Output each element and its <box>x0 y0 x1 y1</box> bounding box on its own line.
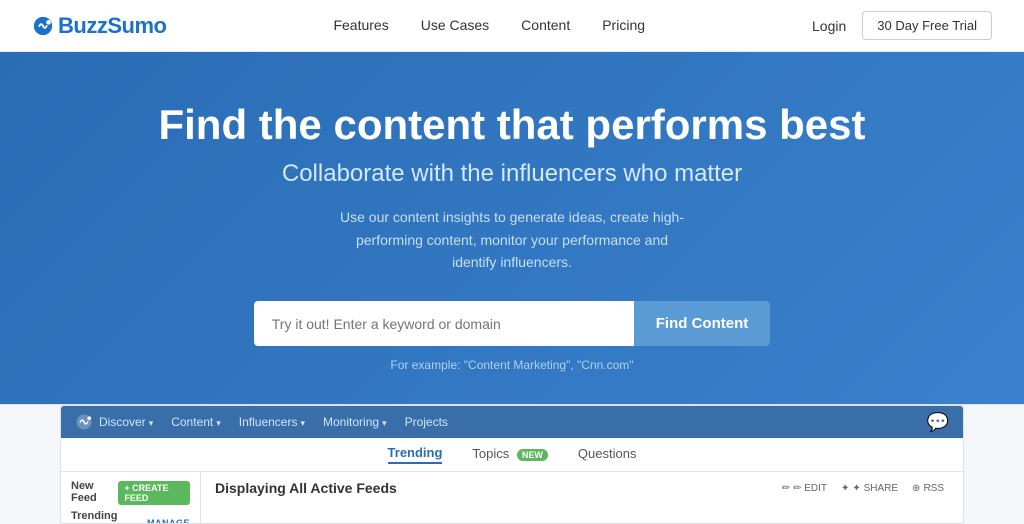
manage-link[interactable]: MANAGE <box>147 518 190 523</box>
tab-trending[interactable]: Trending <box>388 445 443 464</box>
nav-use-cases[interactable]: Use Cases <box>421 17 489 33</box>
hero-section: Find the content that performs best Coll… <box>0 52 1024 404</box>
app-sidebar: New Feed + CREATE FEED Trending Feeds MA… <box>61 472 201 523</box>
search-input[interactable] <box>254 301 634 346</box>
logo-text: BuzzSumo <box>58 13 166 39</box>
trial-button[interactable]: 30 Day Free Trial <box>862 11 992 40</box>
app-topbar: Discover▾ Content▾ Influencers▾ Monitori… <box>61 406 963 438</box>
edit-action[interactable]: ✏ ✏ EDIT <box>782 483 827 494</box>
hero-subtitle: Collaborate with the influencers who mat… <box>32 160 992 188</box>
app-nav-content[interactable]: Content▾ <box>171 415 221 429</box>
app-tabs: Trending Topics NEW Questions <box>61 438 963 472</box>
nav-actions: Login 30 Day Free Trial <box>812 11 992 40</box>
app-nav-influencers[interactable]: Influencers▾ <box>239 415 305 429</box>
app-topbar-nav: Discover▾ Content▾ Influencers▾ Monitori… <box>99 415 448 429</box>
search-bar: Find Content <box>32 301 992 346</box>
find-content-button[interactable]: Find Content <box>634 301 770 346</box>
rss-icon: ⊕ <box>912 483 920 494</box>
app-nav-monitoring[interactable]: Monitoring▾ <box>323 415 387 429</box>
app-preview-inner: Discover▾ Content▾ Influencers▾ Monitori… <box>60 405 964 524</box>
app-preview: Discover▾ Content▾ Influencers▾ Monitori… <box>0 404 1024 524</box>
app-main: Displaying All Active Feeds <box>201 472 963 523</box>
search-example: For example: "Content Marketing", "Cnn.c… <box>32 358 992 372</box>
app-logo-icon <box>75 413 93 431</box>
buzzsumo-logo-icon <box>32 15 54 37</box>
logo[interactable]: BuzzSumo <box>32 13 166 39</box>
hero-title: Find the content that performs best <box>32 102 992 148</box>
app-topbar-left: Discover▾ Content▾ Influencers▾ Monitori… <box>75 413 448 431</box>
edit-icon: ✏ <box>782 483 790 494</box>
share-icon: ✦ <box>841 483 849 494</box>
app-content: New Feed + CREATE FEED Trending Feeds MA… <box>61 472 963 523</box>
rss-action[interactable]: ⊕ RSS <box>912 483 944 494</box>
nav-features[interactable]: Features <box>333 17 388 33</box>
login-button[interactable]: Login <box>812 18 846 34</box>
app-nav-discover[interactable]: Discover▾ <box>99 415 153 429</box>
tab-questions[interactable]: Questions <box>578 446 637 463</box>
nav-links: Features Use Cases Content Pricing <box>333 17 645 35</box>
share-action[interactable]: ✦ ✦ SHARE <box>841 483 898 494</box>
app-topbar-right: 💬 <box>927 412 949 433</box>
chat-icon: 💬 <box>927 412 949 432</box>
topics-badge: NEW <box>517 449 548 461</box>
app-nav-projects[interactable]: Projects <box>405 415 448 429</box>
app-main-actions: ✏ ✏ EDIT ✦ ✦ SHARE ⊕ RSS <box>782 483 944 494</box>
nav-content[interactable]: Content <box>521 17 570 33</box>
create-feed-button[interactable]: + CREATE FEED <box>118 481 190 505</box>
trending-feeds-label: Trending Feeds <box>71 510 141 523</box>
hero-description: Use our content insights to generate ide… <box>332 206 692 273</box>
navbar: BuzzSumo Features Use Cases Content Pric… <box>0 0 1024 52</box>
nav-pricing[interactable]: Pricing <box>602 17 645 33</box>
tab-topics[interactable]: Topics NEW <box>472 446 547 463</box>
